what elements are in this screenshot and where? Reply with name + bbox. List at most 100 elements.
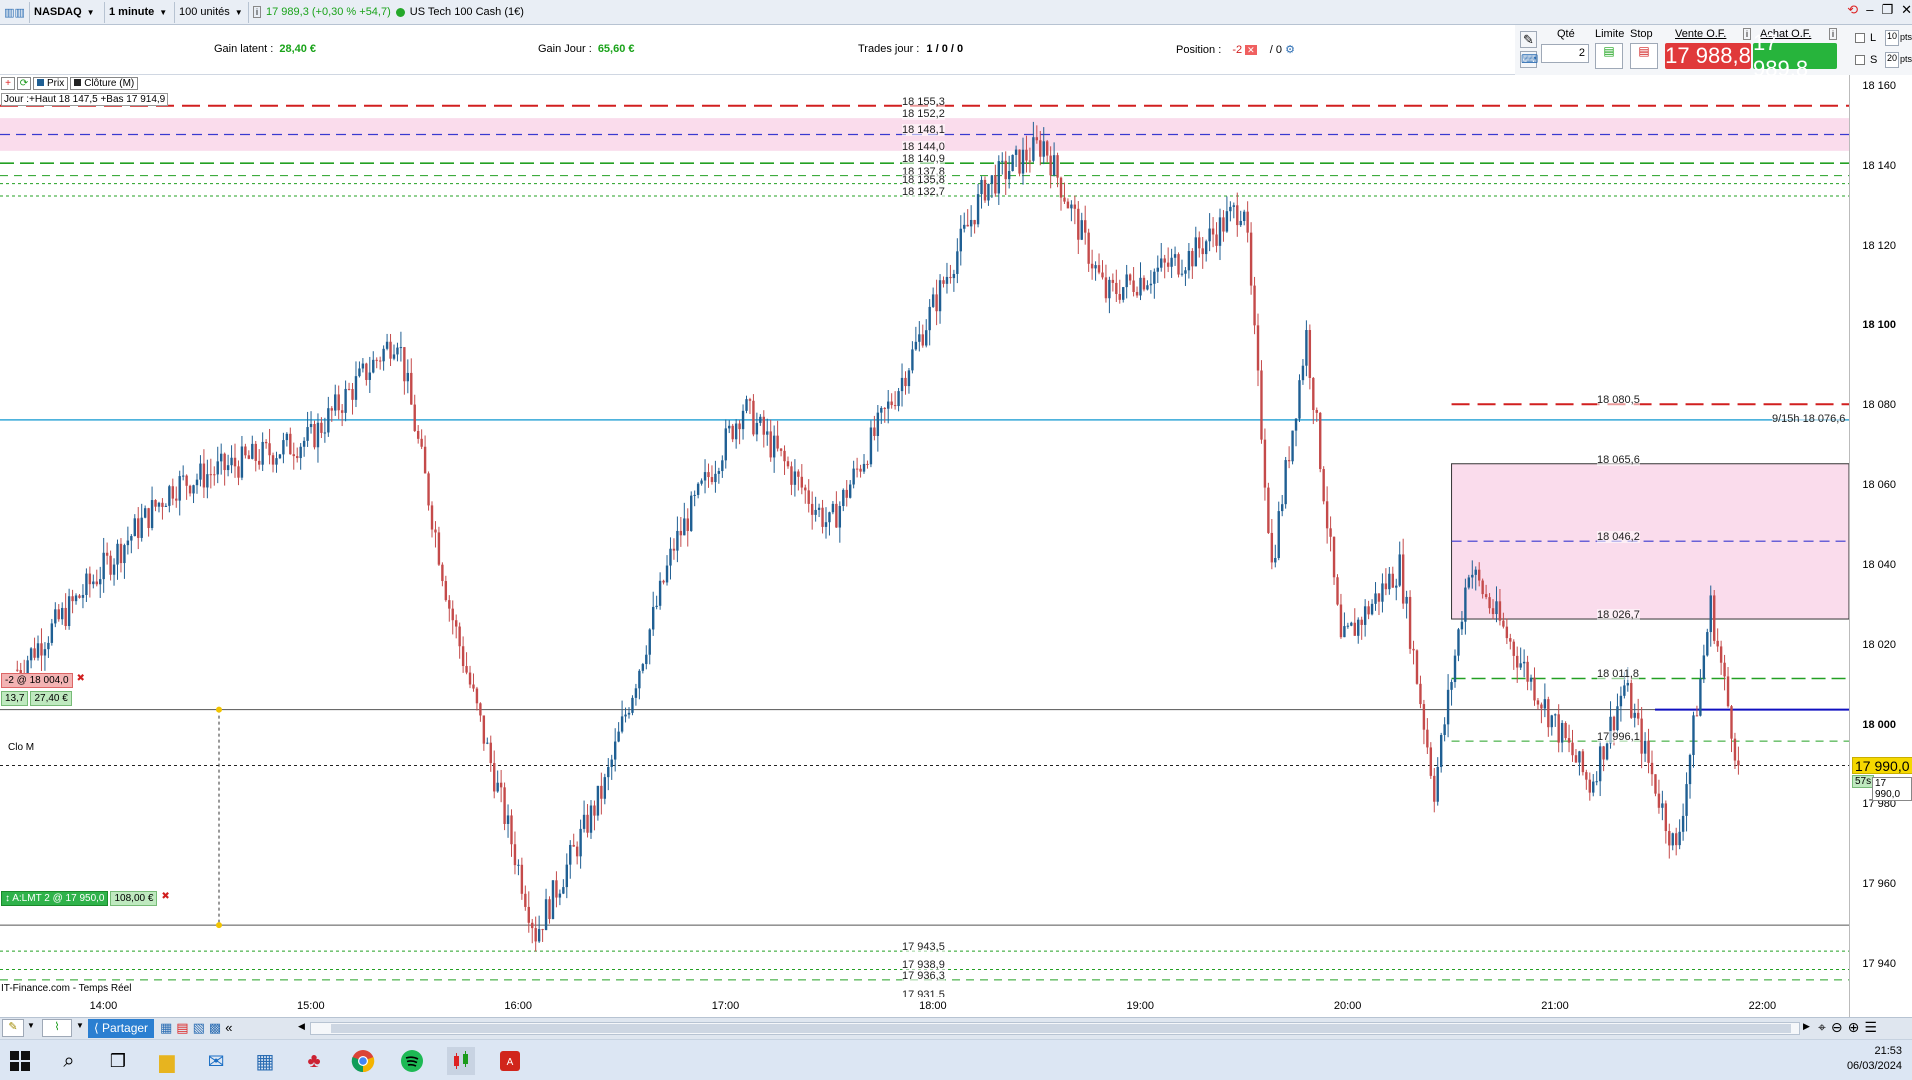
scrollbar-thumb[interactable] xyxy=(331,1024,1791,1033)
right-level-label: 18 026,7 xyxy=(1597,609,1640,622)
drag-handle-icon[interactable]: ↕ xyxy=(5,893,10,904)
s-input[interactable]: 20 xyxy=(1885,52,1899,68)
limit-order-tag[interactable]: ↕ A:LMT 2 @ 17 950,0 xyxy=(1,891,109,906)
x-tick-label: 17:00 xyxy=(711,1000,740,1012)
s-checkbox[interactable] xyxy=(1855,55,1865,65)
l-input[interactable]: 10 xyxy=(1885,30,1899,46)
stop-button[interactable]: ▤ xyxy=(1630,43,1658,69)
close-icon[interactable]: ✕ xyxy=(1901,2,1912,18)
double-chevron-left-icon[interactable]: « xyxy=(225,1020,232,1036)
close-price-tag: 17 990,0 xyxy=(1872,776,1912,801)
level-label: 18 148,1 xyxy=(902,124,945,137)
scroll-right-icon[interactable]: ▶ xyxy=(1803,1021,1810,1032)
limit-button[interactable]: ▤ xyxy=(1595,43,1623,69)
zoom-in-icon[interactable]: ⊕ xyxy=(1848,1019,1860,1036)
refresh-small-icon[interactable]: ⟳ xyxy=(17,77,31,90)
qty-input[interactable]: 2 xyxy=(1541,44,1589,63)
buy-button[interactable]: 17 989,8 xyxy=(1753,30,1837,81)
sell-info-icon[interactable]: i xyxy=(1743,28,1751,40)
add-icon[interactable]: + xyxy=(1,77,15,90)
wrench-icon[interactable]: ✎ xyxy=(1520,31,1537,48)
position-extra: 0 xyxy=(1275,44,1283,56)
pivot-label: 9/15h 18 076,6 xyxy=(1772,412,1846,425)
chevron-down-icon[interactable]: ▼ xyxy=(76,1021,84,1030)
position-pnl: 13,7 27,40 € xyxy=(1,691,72,706)
keyboard-icon[interactable]: ⌨ xyxy=(1520,51,1538,68)
chevron-down-icon: ▼ xyxy=(159,7,168,17)
clock-time: 21:53 xyxy=(1874,1045,1902,1057)
level-label: 18 132,7 xyxy=(902,185,945,198)
horizontal-scrollbar[interactable] xyxy=(310,1022,1800,1035)
level-label: 18 135,8 xyxy=(902,173,945,186)
price-axis[interactable]: 18 160 18 140 18 120 18 100 18 080 18 060 18 0… xyxy=(1849,75,1912,1017)
zoom-out-icon[interactable]: ⊖ xyxy=(1831,1019,1843,1036)
zoom-fit-icon[interactable]: ⌖ xyxy=(1818,1019,1826,1036)
svg-text:A: A xyxy=(507,1057,514,1068)
time-axis: 14:00 15:00 16:00 17:00 18:00 19:00 20:00 21:00… xyxy=(0,997,1849,1017)
chevron-down-icon[interactable]: ▼ xyxy=(27,1021,35,1030)
y-tick-label: 18 120 xyxy=(1862,239,1896,252)
restore-icon[interactable]: ❐ xyxy=(1881,2,1893,18)
timeframe-selector[interactable]: 1 minute ▼ xyxy=(105,1,175,23)
limit-order-label: A:LMT 2 @ 17 950,0 xyxy=(12,893,105,904)
spotify-icon[interactable] xyxy=(398,1047,426,1075)
price-chart[interactable]: 18 155,3 18 152,2 18 148,1 18 144,0 18 140,9… xyxy=(0,75,1849,997)
layout-icon[interactable]: ▥▥ xyxy=(0,1,30,23)
game-app-icon[interactable]: ♣ xyxy=(300,1047,328,1075)
position-gain: 27,40 € xyxy=(30,691,72,706)
limit-label: Limite xyxy=(1595,28,1625,40)
compare-icon[interactable]: ▤ xyxy=(176,1020,188,1036)
legend-close[interactable]: Clôture (M) xyxy=(70,77,139,90)
stop-label: Stop xyxy=(1630,28,1653,40)
scroll-left-icon[interactable]: ◀ xyxy=(298,1021,305,1032)
task-view-icon[interactable]: ❒ xyxy=(104,1047,132,1075)
y-tick-label: 18 060 xyxy=(1862,479,1896,492)
close-position-chart-icon[interactable]: ✖ xyxy=(75,673,87,688)
gain-latent: Gain latent : 28,40 € xyxy=(214,43,316,55)
limit-order-widget[interactable]: ↕ A:LMT 2 @ 17 950,0 108,00 € ✖ xyxy=(1,891,172,906)
pdf-reader-icon[interactable]: A xyxy=(496,1047,524,1075)
gain-latent-label: Gain latent : xyxy=(214,43,274,55)
data-source-label: IT-Finance.com - Temps Réel xyxy=(1,983,132,994)
y-tick-label: 18 080 xyxy=(1862,399,1896,412)
search-icon[interactable]: ⌕ xyxy=(55,1047,83,1075)
draw-tool-icon[interactable]: ✎ xyxy=(2,1019,24,1037)
refresh-icon[interactable]: ⟲ xyxy=(1847,2,1858,18)
units-selector[interactable]: 100 unités ▼ xyxy=(175,1,249,23)
position-separator: / xyxy=(1269,44,1273,56)
system-clock[interactable]: 21:53 06/03/2024 xyxy=(1847,1044,1902,1074)
trading-app-icon[interactable] xyxy=(447,1047,475,1075)
x-tick-label: 15:00 xyxy=(297,1000,325,1012)
x-tick-label: 14:00 xyxy=(89,1000,118,1012)
chart-labels: 18 155,3 18 152,2 18 148,1 18 144,0 18 140,9… xyxy=(0,75,1849,997)
trades-jour: Trades jour : 1 / 0 / 0 xyxy=(858,43,963,55)
chrome-icon[interactable] xyxy=(349,1047,377,1075)
market-selector[interactable]: NASDAQ ▼ xyxy=(30,1,105,23)
sell-button[interactable]: 17 988,8 xyxy=(1665,43,1751,69)
minimize-icon[interactable]: – xyxy=(1866,2,1873,18)
windows-start-icon[interactable] xyxy=(6,1047,34,1075)
quote-value: 17 989,3 (+0,30 % +54,7) xyxy=(266,6,391,18)
countdown-tag: 57s xyxy=(1852,774,1875,788)
level-label: 18 152,2 xyxy=(902,108,945,121)
share-button[interactable]: ⟨ Partager xyxy=(88,1019,155,1038)
cancel-order-icon[interactable]: ✖ xyxy=(159,891,171,906)
mail-icon[interactable]: ✉ xyxy=(202,1047,230,1075)
calculator-app-icon[interactable]: ▦ xyxy=(251,1047,279,1075)
info-icon[interactable]: i xyxy=(253,6,261,18)
layers-icon[interactable]: ▧ xyxy=(193,1020,205,1036)
calculator-icon[interactable]: ▩ xyxy=(209,1020,221,1036)
x-tick-label: 18:00 xyxy=(919,1000,947,1012)
close-position-icon[interactable]: ✕ xyxy=(1245,45,1257,55)
file-explorer-icon[interactable]: ▆ xyxy=(153,1047,181,1075)
chevron-down-icon: ▼ xyxy=(234,7,243,17)
position-tag[interactable]: -2 @ 18 004,0 xyxy=(1,673,73,688)
right-level-label: 17 996,1 xyxy=(1597,731,1640,744)
chart-type-icon[interactable]: ⌇ xyxy=(42,1019,72,1037)
indicator-icon[interactable]: ▦ xyxy=(160,1020,172,1036)
menu-icon[interactable]: ☰ xyxy=(1864,1019,1877,1036)
settings-gear-icon[interactable]: ⚙ xyxy=(1285,44,1295,56)
legend-price[interactable]: Prix xyxy=(33,77,69,90)
position-widget[interactable]: -2 @ 18 004,0 ✖ xyxy=(1,673,87,688)
l-checkbox[interactable] xyxy=(1855,33,1865,43)
